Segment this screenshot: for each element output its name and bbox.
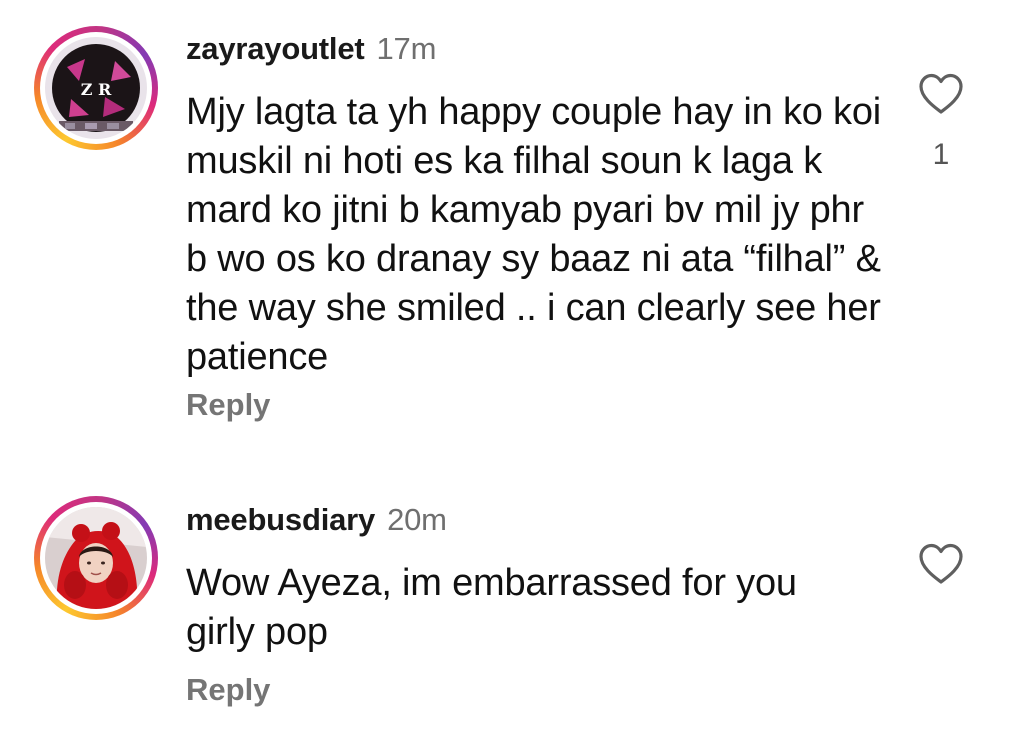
avatar-border: Z R xyxy=(40,32,152,144)
comment-timestamp: 17m xyxy=(376,31,437,66)
reply-button[interactable]: Reply xyxy=(186,387,270,423)
like-count: 1 xyxy=(932,138,950,171)
comment-text: Mjy lagta ta yh happy couple hay in ko k… xyxy=(186,91,882,378)
comment-timestamp: 20m xyxy=(387,502,447,537)
heart-outline-icon[interactable] xyxy=(917,72,965,116)
comment-username-row: meebusdiary 20m xyxy=(186,502,447,538)
comment-item: Z R zayrayoutlet 17m Mjy lagta ta yh happ… xyxy=(0,0,1024,440)
avatar-image xyxy=(45,507,147,609)
avatar[interactable]: Z R xyxy=(34,26,158,150)
avatar-image: Z R xyxy=(45,37,147,139)
avatar-logo-text: Z R xyxy=(81,80,112,99)
reply-button[interactable]: Reply xyxy=(186,672,270,708)
avatar-border xyxy=(40,502,152,614)
avatar[interactable] xyxy=(34,496,158,620)
comment-username-row: zayrayoutlet 17m xyxy=(186,31,436,67)
comment-item: meebusdiary 20m Wow Ayeza, im embarrassed… xyxy=(0,440,1024,738)
comment-username[interactable]: zayrayoutlet xyxy=(186,31,365,66)
comment-text: Wow Ayeza, im embarrassed for you girly … xyxy=(186,562,797,653)
comment-username[interactable]: meebusdiary xyxy=(186,502,375,537)
heart-outline-icon[interactable] xyxy=(917,542,965,586)
